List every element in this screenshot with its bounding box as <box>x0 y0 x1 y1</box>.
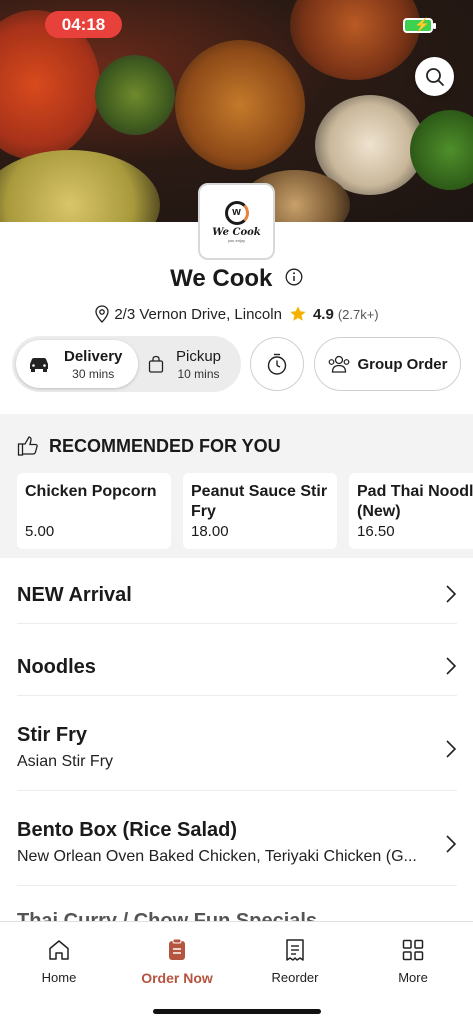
category-description: New Orlean Oven Baked Chicken, Teriyaki … <box>17 848 417 865</box>
pickup-option[interactable]: Pickup 10 mins <box>140 340 238 388</box>
pickup-label: Pickup <box>176 347 222 365</box>
recommended-item-price: 5.00 <box>25 523 55 540</box>
logo-name: We Cook <box>212 226 261 238</box>
grid-icon <box>402 939 424 961</box>
info-icon[interactable] <box>285 268 303 291</box>
recommended-item-price: 16.50 <box>357 523 395 540</box>
shopping-bag-icon <box>148 355 164 373</box>
category-new-arrival[interactable]: NEW Arrival <box>17 584 457 624</box>
home-indicator <box>153 1009 321 1014</box>
car-icon <box>30 358 48 372</box>
category-description: Asian Stir Fry <box>17 753 114 770</box>
restaurant-address: 2/3 Vernon Drive, Lincoln <box>114 305 282 323</box>
restaurant-name: We Cook <box>170 265 273 292</box>
battery-icon: ⚡ <box>403 17 436 33</box>
chevron-right-icon <box>446 740 457 758</box>
order-mode-toggle: Delivery 30 mins Pickup 10 mins <box>12 336 241 392</box>
rating-count: (2.7k+) <box>337 306 379 322</box>
recommended-item-card[interactable]: Pad Thai Noodles (New) 16.50 <box>349 473 473 549</box>
chevron-right-icon <box>446 657 457 675</box>
tab-more[interactable]: More <box>368 938 458 985</box>
search-button[interactable] <box>415 57 454 96</box>
category-name: Noodles <box>17 656 96 678</box>
schedule-button[interactable] <box>250 337 304 391</box>
restaurant-logo: w We Cook you enjoy <box>198 183 275 260</box>
home-icon <box>49 940 69 960</box>
tab-home[interactable]: Home <box>14 938 104 985</box>
category-name: Bento Box (Rice Salad) <box>17 819 238 841</box>
status-bar-time: 04:18 <box>45 11 122 38</box>
category-stir-fry[interactable]: Stir Fry Asian Stir Fry <box>17 724 457 791</box>
tab-label: Order Now <box>141 970 213 986</box>
recommended-item-name: Chicken Popcorn <box>25 483 157 500</box>
receipt-icon <box>286 939 304 961</box>
logo-tagline: you enjoy <box>227 237 246 243</box>
tab-label: Reorder <box>271 970 319 985</box>
category-name: Stir Fry <box>17 724 88 746</box>
tab-label: More <box>398 970 428 985</box>
chevron-right-icon <box>446 585 457 603</box>
recommended-item-card[interactable]: Peanut Sauce Stir Fry 18.00 <box>183 473 337 549</box>
delivery-option[interactable]: Delivery 30 mins <box>16 340 138 388</box>
recommended-heading: RECOMMENDED FOR YOU <box>49 435 281 456</box>
group-icon <box>329 355 350 373</box>
thumbs-up-icon <box>17 436 38 456</box>
timer-icon <box>267 353 287 375</box>
chevron-right-icon <box>446 835 457 853</box>
delivery-time: 30 mins <box>72 366 115 381</box>
order-icon <box>169 938 185 960</box>
recommended-section: RECOMMENDED FOR YOU Chicken Popcorn 5.00… <box>0 414 473 558</box>
group-order-label: Group Order <box>357 355 448 373</box>
star-icon <box>290 306 306 321</box>
logo-mark-icon: w <box>224 200 249 225</box>
recommended-item-name: Pad Thai Noodles (New) <box>357 483 473 520</box>
pickup-time: 10 mins <box>177 366 220 381</box>
tab-label: Home <box>41 970 77 985</box>
tab-reorder[interactable]: Reorder <box>250 938 340 985</box>
recommended-item-card[interactable]: Chicken Popcorn 5.00 <box>17 473 171 549</box>
location-pin-icon <box>95 305 109 323</box>
category-noodles[interactable]: Noodles <box>17 656 457 696</box>
group-order-button[interactable]: Group Order <box>314 337 461 391</box>
tab-order-now[interactable]: Order Now <box>132 938 222 986</box>
category-name: NEW Arrival <box>17 584 132 606</box>
search-icon <box>425 67 444 86</box>
recommended-item-price: 18.00 <box>191 523 229 540</box>
category-bento-box[interactable]: Bento Box (Rice Salad) New Orlean Oven B… <box>17 819 457 886</box>
recommended-item-name: Peanut Sauce Stir Fry <box>191 483 328 520</box>
rating-value: 4.9 <box>312 305 334 323</box>
delivery-label: Delivery <box>64 347 123 365</box>
